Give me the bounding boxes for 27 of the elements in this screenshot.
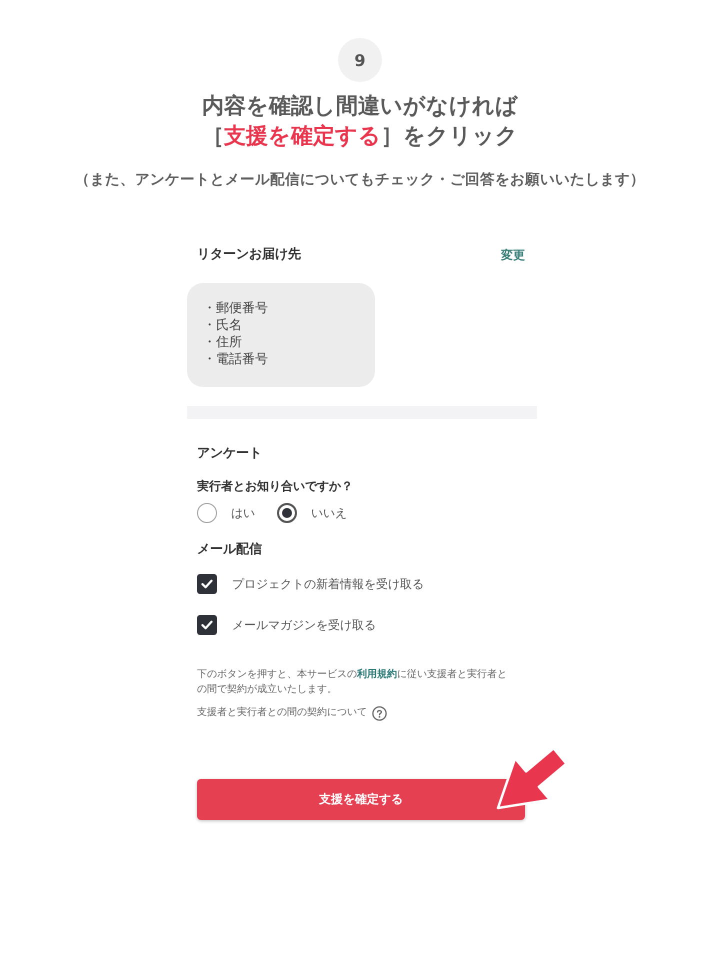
edit-link[interactable]: 変更 [501, 246, 525, 264]
checkbox[interactable] [197, 615, 217, 635]
section-title: リターンお届け先 [197, 246, 301, 264]
radio-button[interactable] [277, 503, 297, 523]
address-field-label: ・電話番号 [203, 351, 269, 368]
instruction-note: （また、アンケートとメール配信についてもチェック・ご回答をお願いいたします） [75, 171, 645, 190]
radio-label: はい [231, 505, 255, 522]
help-icon[interactable] [372, 706, 387, 720]
checkbox-label: プロジェクトの新着情報を受け取る [232, 576, 424, 593]
checkbox-label: メールマガジンを受け取る [232, 617, 376, 634]
confirm-support-button[interactable]: 支援を確定する [197, 779, 525, 820]
heading: 内容を確認し間違いがなければ ［支援を確定する］をクリック [202, 92, 518, 151]
checkbox[interactable] [197, 574, 217, 594]
terms-link[interactable]: 利用規約 [357, 669, 397, 680]
section-title: メール配信 [197, 541, 262, 559]
radio-label: いいえ [311, 505, 347, 522]
address-field-label: ・郵便番号 [203, 300, 269, 317]
radio-button[interactable] [197, 503, 217, 523]
address-field-label: ・氏名 [203, 317, 243, 334]
survey-question: 実行者とお知り合いですか？ [197, 478, 353, 495]
contract-info-text: 支援者と実行者との間の契約について [197, 706, 367, 720]
address-field-label: ・住所 [203, 334, 243, 351]
terms-text: 下のボタンを押すと、本サービスの利用規約に従い支援者と実行者との間で契約が成立いたします。 [197, 668, 508, 697]
check-icon [201, 579, 213, 589]
section-title: アンケート [197, 445, 262, 463]
check-icon [201, 620, 213, 630]
step-number-badge: 9 [338, 38, 382, 82]
